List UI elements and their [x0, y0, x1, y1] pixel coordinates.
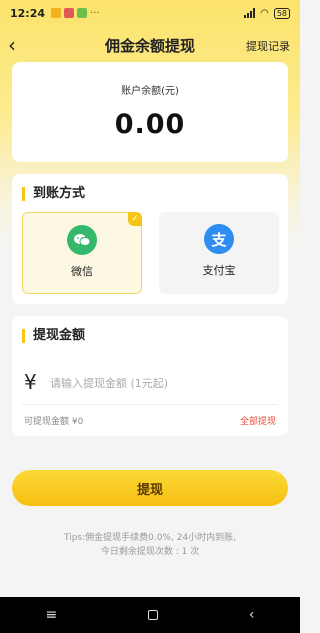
status-time: 12:24 [10, 6, 46, 20]
back-icon[interactable]: ‹ [249, 607, 255, 623]
wifi-icon: ◠ [260, 7, 269, 19]
alipay-option[interactable]: 支 支付宝 [159, 212, 279, 294]
withdraw-button[interactable]: 提现 [12, 470, 288, 506]
chevron-left-icon[interactable]: ‹ [8, 35, 16, 55]
page-title: 佣金余额提现 [104, 36, 195, 55]
status-bar: 12:24 ··· ◠ 58 [0, 0, 300, 26]
home-icon[interactable] [148, 610, 159, 620]
app-notification-icon [64, 8, 75, 18]
wechat-label: 微信 [71, 265, 93, 278]
app-notification-icon [77, 8, 88, 18]
withdraw-amount-title: 提现金额 [22, 329, 85, 343]
balance-value: 0.00 [114, 109, 186, 140]
payment-method-card: 到账方式 微信 ✓ 支 支付宝 [12, 174, 288, 304]
wechat-option[interactable]: 微信 ✓ [22, 212, 142, 294]
available-amount: 可提现金额 ¥0 [24, 417, 84, 427]
check-icon: ✓ [128, 212, 142, 226]
alipay-label: 支付宝 [202, 264, 236, 277]
navigation-bar: ‹ 佣金余额提现 提现记录 [0, 30, 300, 60]
app-notification-icon [51, 8, 62, 18]
wechat-icon [67, 225, 97, 255]
battery-icon: 58 [273, 7, 290, 19]
menu-icon[interactable]: ≡ [45, 607, 57, 623]
more-dots-icon: ··· [90, 7, 100, 19]
tips-line-1: Tips:佣金提现手续费0.0%, 24小时内到账, [63, 533, 237, 543]
withdraw-records-link[interactable]: 提现记录 [246, 38, 290, 54]
balance-label: 账户余额(元) [121, 86, 179, 97]
balance-card: 账户余额(元) 0.00 [12, 62, 288, 162]
system-navigation-bar: ≡ ‹ [0, 597, 300, 633]
signal-icon [244, 8, 256, 18]
withdraw-all-button[interactable]: 全部提现 [240, 414, 276, 427]
tips-line-2: 今日剩余提现次数 : 1 次 [100, 547, 200, 557]
amount-input[interactable] [50, 372, 270, 394]
withdraw-amount-card: 提现金额 ¥ 可提现金额 ¥0 全部提现 [12, 316, 288, 436]
divider [22, 404, 278, 405]
payment-method-title: 到账方式 [22, 187, 85, 201]
alipay-icon: 支 [204, 224, 234, 254]
currency-symbol: ¥ [24, 370, 37, 394]
